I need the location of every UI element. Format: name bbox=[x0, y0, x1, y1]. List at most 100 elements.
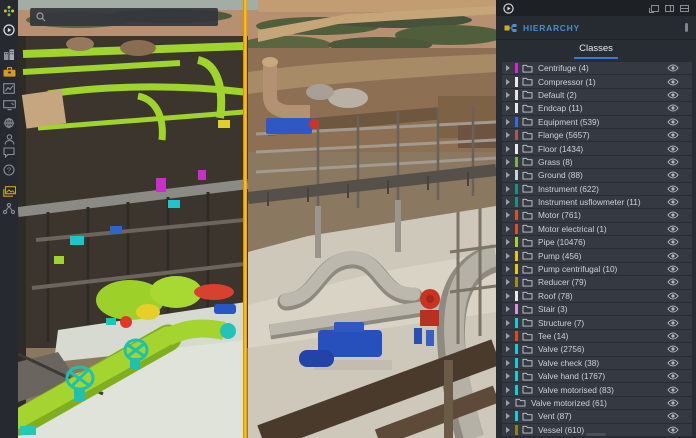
visibility-eye-icon[interactable] bbox=[667, 412, 679, 420]
visibility-eye-icon[interactable] bbox=[667, 359, 679, 367]
visibility-eye-icon[interactable] bbox=[667, 278, 679, 286]
expand-arrow-icon[interactable] bbox=[506, 119, 510, 125]
visibility-eye-icon[interactable] bbox=[667, 225, 679, 233]
expand-arrow-icon[interactable] bbox=[506, 413, 510, 419]
comparison-divider[interactable] bbox=[243, 0, 247, 438]
class-row[interactable]: Valve motorised (83) bbox=[502, 383, 692, 395]
visibility-eye-icon[interactable] bbox=[667, 211, 679, 219]
gallery-icon[interactable] bbox=[2, 185, 16, 198]
expand-arrow-icon[interactable] bbox=[506, 105, 510, 111]
expand-arrow-icon[interactable] bbox=[506, 239, 510, 245]
expand-arrow-icon[interactable] bbox=[506, 427, 510, 433]
viewport-scene[interactable] bbox=[18, 0, 496, 438]
class-row[interactable]: Motor (761) bbox=[502, 209, 692, 221]
expand-arrow-icon[interactable] bbox=[506, 92, 510, 98]
expand-arrow-icon[interactable] bbox=[506, 186, 510, 192]
buildings-icon[interactable] bbox=[2, 48, 16, 61]
visibility-eye-icon[interactable] bbox=[667, 319, 679, 327]
expand-arrow-icon[interactable] bbox=[506, 253, 510, 259]
expand-arrow-icon[interactable] bbox=[506, 65, 510, 71]
expand-arrow-icon[interactable] bbox=[506, 159, 510, 165]
expand-arrow-icon[interactable] bbox=[506, 199, 510, 205]
tab-classes[interactable]: Classes bbox=[574, 43, 618, 59]
expand-arrow-icon[interactable] bbox=[506, 279, 510, 285]
chat-icon[interactable] bbox=[2, 146, 16, 159]
visibility-eye-icon[interactable] bbox=[667, 332, 679, 340]
expand-arrow-icon[interactable] bbox=[506, 320, 510, 326]
split-horizontal-icon[interactable] bbox=[680, 5, 689, 12]
display-icon[interactable] bbox=[2, 99, 16, 112]
class-row[interactable]: Motor electrical (1) bbox=[502, 223, 692, 235]
class-row[interactable]: Floor (1434) bbox=[502, 142, 692, 154]
toolbox-icon[interactable] bbox=[2, 65, 16, 78]
class-row[interactable]: Endcap (11) bbox=[502, 102, 692, 114]
expand-arrow-icon[interactable] bbox=[506, 373, 510, 379]
class-row[interactable]: Instrument (622) bbox=[502, 183, 692, 195]
visibility-eye-icon[interactable] bbox=[667, 78, 679, 86]
class-row[interactable]: Pump centrifugal (10) bbox=[502, 263, 692, 275]
visibility-eye-icon[interactable] bbox=[667, 265, 679, 273]
visibility-eye-icon[interactable] bbox=[667, 399, 679, 407]
visibility-eye-icon[interactable] bbox=[667, 171, 679, 179]
panel-scrollbar[interactable] bbox=[586, 433, 606, 436]
class-row[interactable]: Instrument usflowmeter (11) bbox=[502, 196, 692, 208]
class-row[interactable]: Ground (88) bbox=[502, 169, 692, 181]
class-row[interactable]: Structure (7) bbox=[502, 316, 692, 328]
search-bar[interactable] bbox=[30, 8, 218, 26]
visibility-eye-icon[interactable] bbox=[667, 238, 679, 246]
class-row[interactable]: Compressor (1) bbox=[502, 75, 692, 87]
globe-icon[interactable] bbox=[2, 116, 16, 129]
class-row[interactable]: Pipe (10476) bbox=[502, 236, 692, 248]
class-row[interactable]: Flange (5657) bbox=[502, 129, 692, 141]
search-input[interactable] bbox=[46, 11, 200, 23]
visibility-eye-icon[interactable] bbox=[667, 118, 679, 126]
visibility-eye-icon[interactable] bbox=[667, 305, 679, 313]
user-icon[interactable] bbox=[2, 133, 16, 146]
visibility-eye-icon[interactable] bbox=[667, 145, 679, 153]
class-row[interactable]: Stair (3) bbox=[502, 303, 692, 315]
panel-grip-handle[interactable] bbox=[685, 23, 688, 32]
new-pane-icon[interactable] bbox=[651, 5, 659, 12]
class-row[interactable]: Roof (78) bbox=[502, 290, 692, 302]
expand-arrow-icon[interactable] bbox=[506, 79, 510, 85]
visibility-eye-icon[interactable] bbox=[667, 131, 679, 139]
expand-arrow-icon[interactable] bbox=[506, 132, 510, 138]
class-row[interactable]: Pump (456) bbox=[502, 249, 692, 261]
chart-icon[interactable] bbox=[2, 82, 16, 95]
expand-arrow-icon[interactable] bbox=[506, 306, 510, 312]
expand-arrow-icon[interactable] bbox=[506, 212, 510, 218]
expand-arrow-icon[interactable] bbox=[506, 333, 510, 339]
visibility-eye-icon[interactable] bbox=[667, 372, 679, 380]
class-row[interactable]: Equipment (539) bbox=[502, 116, 692, 128]
expand-arrow-icon[interactable] bbox=[506, 360, 510, 366]
visibility-eye-icon[interactable] bbox=[667, 158, 679, 166]
class-row[interactable]: Valve (2756) bbox=[502, 343, 692, 355]
class-row[interactable]: Valve hand (1767) bbox=[502, 370, 692, 382]
expand-arrow-icon[interactable] bbox=[506, 226, 510, 232]
visibility-eye-icon[interactable] bbox=[667, 91, 679, 99]
visibility-eye-icon[interactable] bbox=[667, 252, 679, 260]
visibility-eye-icon[interactable] bbox=[667, 64, 679, 72]
share-icon[interactable] bbox=[2, 202, 16, 215]
expand-arrow-icon[interactable] bbox=[506, 293, 510, 299]
visibility-eye-icon[interactable] bbox=[667, 386, 679, 394]
visibility-eye-icon[interactable] bbox=[667, 345, 679, 353]
class-row[interactable]: Reducer (79) bbox=[502, 276, 692, 288]
help-icon[interactable]: ? bbox=[2, 163, 16, 176]
class-row[interactable]: Tee (14) bbox=[502, 330, 692, 342]
class-row[interactable]: Grass (8) bbox=[502, 156, 692, 168]
expand-arrow-icon[interactable] bbox=[506, 172, 510, 178]
class-row[interactable]: Vent (87) bbox=[502, 410, 692, 422]
split-vertical-icon[interactable] bbox=[665, 5, 674, 12]
class-row[interactable]: Default (2) bbox=[502, 89, 692, 101]
visibility-eye-icon[interactable] bbox=[667, 426, 679, 434]
expand-arrow-icon[interactable] bbox=[506, 266, 510, 272]
play-circle-icon[interactable] bbox=[2, 23, 16, 36]
class-row[interactable]: Centrifuge (4) bbox=[502, 62, 692, 74]
expand-arrow-icon[interactable] bbox=[506, 146, 510, 152]
visibility-eye-icon[interactable] bbox=[667, 292, 679, 300]
visibility-eye-icon[interactable] bbox=[667, 185, 679, 193]
class-row[interactable]: Valve check (38) bbox=[502, 357, 692, 369]
viewport-3d[interactable] bbox=[18, 0, 496, 438]
panel-play-circle-icon[interactable] bbox=[503, 3, 514, 14]
